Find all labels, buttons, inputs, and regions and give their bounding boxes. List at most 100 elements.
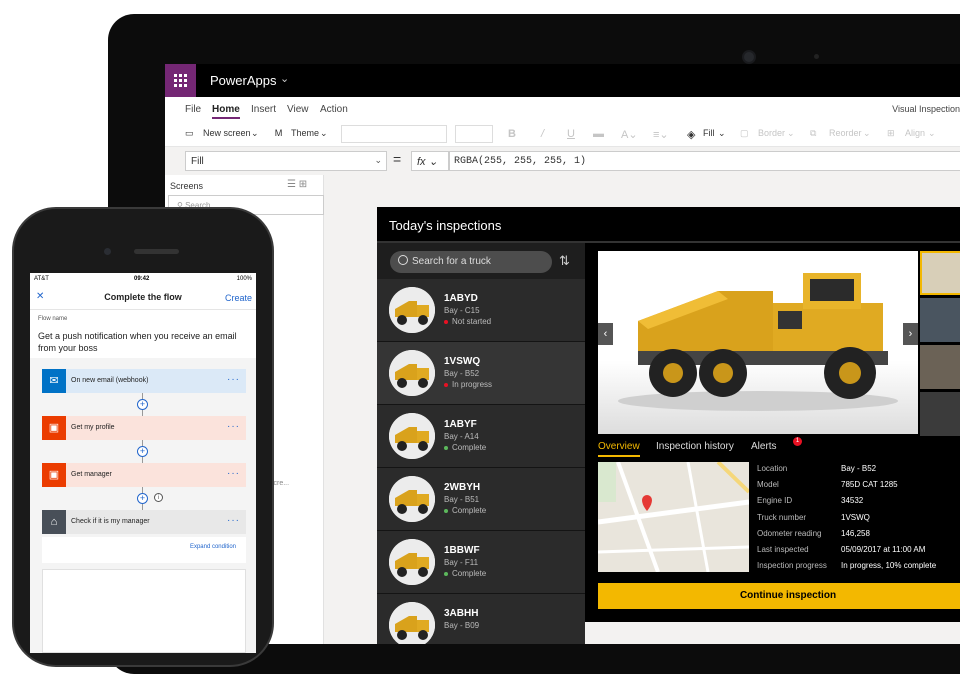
- flow-app-screen: AT&T 09:42 100% ✕ Complete the flow Crea…: [30, 273, 256, 653]
- flow-name-field[interactable]: Flow name Get a push notification when y…: [30, 310, 256, 358]
- step-menu-button[interactable]: ···: [227, 374, 240, 385]
- truck-list-item[interactable]: 1BBWF Bay - F11 Complete: [377, 531, 585, 594]
- info-value: 1VSWQ: [841, 512, 870, 522]
- italic-icon[interactable]: /: [541, 128, 544, 140]
- menu-bar: File Home Insert View Action Visual Insp…: [165, 97, 960, 121]
- location-map[interactable]: [598, 462, 749, 572]
- photo-thumbnail[interactable]: [920, 392, 960, 436]
- app-name[interactable]: PowerApps: [210, 73, 276, 88]
- info-row: Truck number 1VSWQ: [757, 513, 960, 527]
- battery-level: 100%: [236, 276, 252, 282]
- inspection-app: Today's inspections Search for a truck ⇅…: [377, 207, 960, 644]
- connector-icon: ⌂: [42, 510, 66, 534]
- reorder-button[interactable]: Reorder: [829, 128, 862, 138]
- create-button[interactable]: Create: [225, 293, 252, 303]
- page-title: Complete the flow: [104, 292, 182, 302]
- truck-status: Complete: [444, 506, 486, 515]
- status-dot: [444, 571, 448, 576]
- font-color-icon[interactable]: A⌄: [621, 128, 638, 141]
- align-chevron-icon[interactable]: ⌄: [928, 128, 936, 139]
- theme-button[interactable]: Theme: [291, 128, 319, 138]
- menu-view[interactable]: View: [287, 104, 309, 115]
- chevron-down-icon[interactable]: ⌄: [280, 72, 289, 85]
- align-button[interactable]: Align: [905, 128, 925, 138]
- align-icon: ⊞: [887, 128, 895, 138]
- truck-status-text: Complete: [452, 506, 487, 515]
- info-label: Engine ID: [757, 496, 793, 506]
- truck-list-item[interactable]: 1ABYD Bay - C15 Not started: [377, 279, 585, 342]
- truck-list-item[interactable]: 2WBYH Bay - B51 Complete: [377, 468, 585, 531]
- flow-step[interactable]: ▣ Get my profile ···: [42, 416, 246, 440]
- step-menu-button[interactable]: ···: [227, 515, 240, 526]
- photo-thumbnail[interactable]: [920, 345, 960, 389]
- laptop-sensor: [814, 54, 819, 59]
- info-label: Last inspected: [757, 545, 809, 554]
- text-align-icon[interactable]: ≡⌄: [653, 128, 669, 141]
- property-select[interactable]: Fill ⌄: [185, 151, 387, 171]
- status-dot: [444, 382, 448, 387]
- add-step-button[interactable]: +: [137, 399, 148, 410]
- flow-step[interactable]: ▣ Get manager ···: [42, 463, 246, 487]
- add-step-button[interactable]: +: [137, 493, 148, 504]
- fill-chevron-icon[interactable]: ⌄: [718, 128, 726, 139]
- flow-step[interactable]: ⌂ Check if it is my manager ···: [42, 510, 246, 534]
- document-name: Visual Inspection: [892, 104, 960, 114]
- app-launcher-icon[interactable]: [165, 64, 196, 97]
- flow-name-value[interactable]: Get a push notification when you receive…: [38, 330, 248, 354]
- truck-list-item[interactable]: 1VSWQ Bay - B52 In progress: [377, 342, 585, 405]
- info-value: 785D CAT 1285: [841, 480, 898, 490]
- menu-action[interactable]: Action: [320, 104, 348, 115]
- new-screen-chevron-icon[interactable]: ⌄: [251, 128, 259, 139]
- continue-inspection-button[interactable]: Continue inspection: [598, 583, 960, 609]
- strikethrough-icon[interactable]: ▬: [593, 128, 604, 140]
- flow-name-label: Flow name: [38, 316, 68, 322]
- menu-insert[interactable]: Insert: [251, 104, 276, 115]
- photo-thumbnail[interactable]: [920, 298, 960, 342]
- sort-icon[interactable]: ⇅: [559, 253, 570, 269]
- truck-id: 1BBWF: [444, 545, 480, 556]
- menu-home[interactable]: Home: [212, 104, 240, 119]
- menu-file[interactable]: File: [185, 104, 201, 115]
- next-photo-button[interactable]: ›: [903, 323, 918, 345]
- fill-button[interactable]: Fill: [703, 128, 715, 138]
- flow-step[interactable]: ✉ On new email (webhook) ···: [42, 369, 246, 393]
- reorder-chevron-icon[interactable]: ⌄: [863, 128, 871, 139]
- step-label: Get my profile: [71, 424, 115, 431]
- info-icon[interactable]: i: [154, 493, 163, 502]
- truck-list-item[interactable]: 3ABHH Bay - B09: [377, 594, 585, 644]
- truck-status-text: In progress: [452, 380, 493, 389]
- reorder-icon: ⧉: [810, 128, 817, 138]
- connector-icon: ✉: [42, 369, 66, 393]
- add-step-button[interactable]: +: [137, 446, 148, 457]
- info-row: Model 785D CAT 1285: [757, 480, 960, 494]
- fx-button[interactable]: fx ⌄: [411, 151, 449, 171]
- map-image: [598, 462, 749, 572]
- truck-status: In progress: [444, 380, 492, 389]
- bold-icon[interactable]: B: [508, 128, 516, 140]
- truck-search-input[interactable]: Search for a truck: [390, 251, 552, 273]
- tab-overview[interactable]: Overview: [598, 441, 640, 457]
- truck-list-item[interactable]: 1ABYF Bay - A14 Complete: [377, 405, 585, 468]
- new-screen-button[interactable]: New screen: [203, 128, 251, 138]
- step-menu-button[interactable]: ···: [227, 468, 240, 479]
- truck-status: Complete: [444, 569, 486, 578]
- prev-photo-button[interactable]: ‹: [598, 323, 613, 345]
- formula-input[interactable]: RGBA(255, 255, 255, 1): [449, 151, 960, 171]
- font-size-select[interactable]: [455, 125, 493, 143]
- step-menu-button[interactable]: ···: [227, 421, 240, 432]
- truck-photo: ‹ ›: [598, 251, 918, 434]
- tab-alerts[interactable]: Alerts: [751, 441, 777, 452]
- app-title: Today's inspections: [389, 218, 502, 233]
- theme-chevron-icon[interactable]: ⌄: [320, 128, 328, 139]
- truck-status-text: Not started: [452, 317, 492, 326]
- ribbon-toolbar: ▭ New screen ⌄ Ꮇ Theme ⌄ B / U ▬ A⌄ ≡⌄ ◈…: [165, 121, 960, 147]
- border-button[interactable]: Border: [758, 128, 785, 138]
- info-row: Odometer reading 146,258: [757, 529, 960, 543]
- tab-inspection-history[interactable]: Inspection history: [656, 441, 734, 452]
- photo-thumbnail[interactable]: [920, 251, 960, 295]
- underline-icon[interactable]: U: [567, 128, 575, 140]
- font-select[interactable]: [341, 125, 447, 143]
- view-toggle-icon[interactable]: ☰ ⊞: [287, 179, 307, 190]
- expand-condition-link[interactable]: Expand condition: [190, 544, 236, 550]
- border-chevron-icon[interactable]: ⌄: [787, 128, 795, 139]
